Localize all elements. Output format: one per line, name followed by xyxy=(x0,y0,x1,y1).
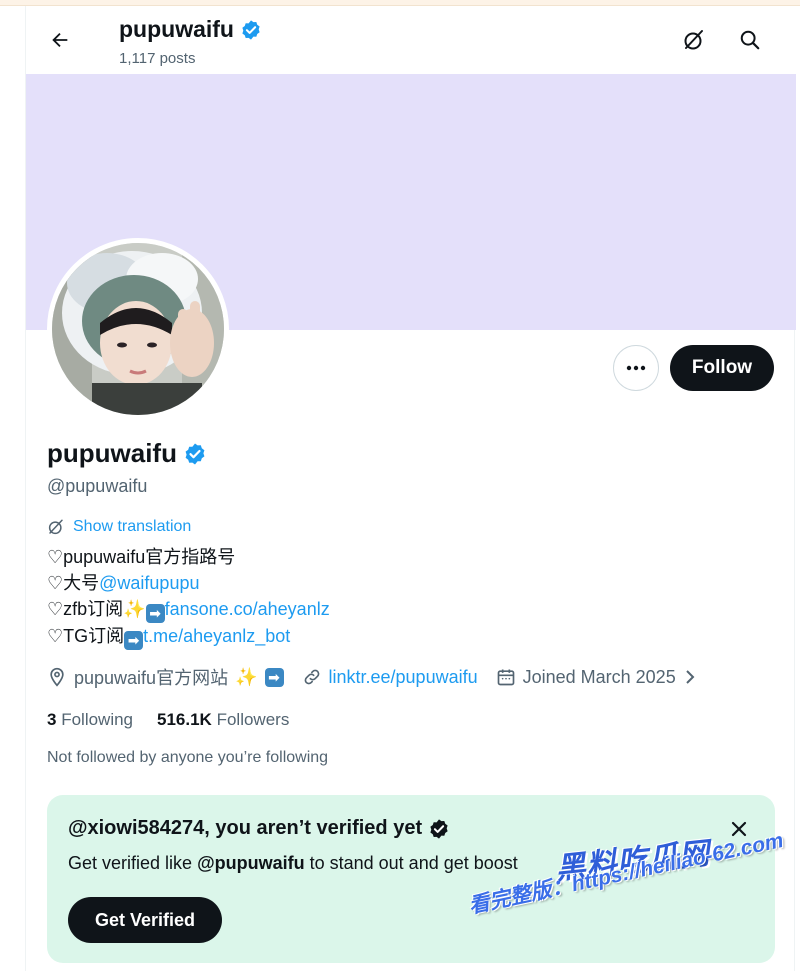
follow-button[interactable]: Follow xyxy=(670,345,774,391)
header-title: pupuwaifu xyxy=(119,16,262,43)
chevron-right-icon xyxy=(686,670,695,684)
sparkles-icon: ✨ xyxy=(123,599,146,619)
header-name: pupuwaifu xyxy=(119,16,234,42)
display-name-text: pupuwaifu xyxy=(47,438,177,468)
bio-link-telegram[interactable]: t.me/aheyanlz_bot xyxy=(143,626,290,646)
user-handle: @pupuwaifu xyxy=(47,476,148,496)
bio-line: ♡pupuwaifu官方指路号 xyxy=(47,544,330,570)
verified-badge-icon xyxy=(242,19,260,40)
profile-bio: ♡pupuwaifu官方指路号 ♡大号@waifupupu ♡zfb订阅✨ ➡ fa… xyxy=(47,544,330,650)
bio-line: ♡TG订阅 ➡ t.me/aheyanlz_bot xyxy=(47,623,330,650)
location-text: pupuwaifu官方网站 xyxy=(74,668,229,688)
not-followed-notice: Not followed by anyone you’re following xyxy=(47,749,329,766)
joined-text: Joined March 2025 xyxy=(522,666,676,687)
follow-stats: 3 Following 516.1K Followers xyxy=(47,710,289,730)
arrow-left-icon xyxy=(52,32,68,48)
verify-desc-prefix: Get verified like xyxy=(68,853,198,873)
show-translation-link[interactable]: Show translation xyxy=(47,518,191,536)
sparkles-icon: ✨ xyxy=(235,666,258,687)
verify-card-title-text: @xiowi584274, you aren’t verified yet xyxy=(68,817,423,839)
bio-text: ♡zfb订阅 xyxy=(47,599,124,619)
website-link[interactable]: linktr.ee/pupuwaifu xyxy=(329,667,478,688)
show-translation-label: Show translation xyxy=(73,518,192,535)
following-link[interactable]: 3 Following xyxy=(47,710,133,730)
verified-badge-icon xyxy=(430,818,448,839)
more-dots-icon xyxy=(626,365,646,371)
followers-label: Followers xyxy=(216,710,290,729)
link-icon xyxy=(304,669,319,685)
get-verified-button[interactable]: Get Verified xyxy=(68,897,222,943)
arrow-right-emoji-icon: ➡ xyxy=(124,631,144,650)
verify-desc-handle: @pupuwaifu xyxy=(197,853,305,873)
profile-header: pupuwaifu 1,117 posts xyxy=(26,6,796,74)
bio-line: ♡zfb订阅✨ ➡ fansone.co/aheyanlz xyxy=(47,596,330,623)
location-pin-icon xyxy=(50,667,64,687)
grok-button[interactable] xyxy=(676,22,712,58)
arrow-right-emoji-icon: ➡ xyxy=(145,604,165,623)
verify-desc-suffix: to stand out and get boost xyxy=(304,853,518,873)
verify-card-title: @xiowi584274, you aren’t verified yet xyxy=(68,817,450,840)
search-icon xyxy=(740,30,760,50)
website[interactable]: linktr.ee/pupuwaifu xyxy=(302,667,478,688)
avatar-image xyxy=(52,243,224,415)
bio-text: ♡pupuwaifu官方指路号 xyxy=(47,547,236,567)
profile-meta: pupuwaifu官方网站 ✨ ➡ linktr.ee/pupuwaifu Joi… xyxy=(47,664,715,690)
following-label: Following xyxy=(61,710,134,729)
bio-text: ♡大号 xyxy=(47,573,100,593)
post-count: 1,117 posts xyxy=(119,50,196,67)
verified-badge-icon[interactable] xyxy=(183,442,207,466)
back-button[interactable] xyxy=(40,20,80,60)
arrow-right-emoji-icon: ➡ xyxy=(264,667,284,687)
followers-link[interactable]: 516.1K Followers xyxy=(157,710,289,730)
followers-count: 516.1K xyxy=(157,710,212,729)
avatar[interactable] xyxy=(47,238,229,420)
bio-link-fansone[interactable]: fansone.co/aheyanlz xyxy=(165,599,330,619)
search-button[interactable] xyxy=(732,22,768,58)
bio-text: ♡TG订阅 xyxy=(47,626,125,646)
bio-line: ♡大号@waifupupu xyxy=(47,570,330,596)
following-count: 3 xyxy=(47,710,57,729)
more-options-button[interactable] xyxy=(613,345,659,391)
verify-card-description: Get verified like @pupuwaifu to stand ou… xyxy=(68,853,518,874)
bio-link-mention[interactable]: @waifupupu xyxy=(99,573,199,593)
calendar-icon xyxy=(497,669,514,686)
profile-column: pupuwaifu 1,117 posts Follow pupuwaifu @… xyxy=(25,6,796,971)
display-name: pupuwaifu xyxy=(47,438,207,469)
location: pupuwaifu官方网站 ✨ ➡ xyxy=(47,664,284,690)
joined-date[interactable]: Joined March 2025 xyxy=(496,667,697,688)
grok-icon xyxy=(684,30,703,50)
verification-prompt-card: @xiowi584274, you aren’t verified yet Ge… xyxy=(47,795,775,963)
grok-icon xyxy=(48,519,63,535)
